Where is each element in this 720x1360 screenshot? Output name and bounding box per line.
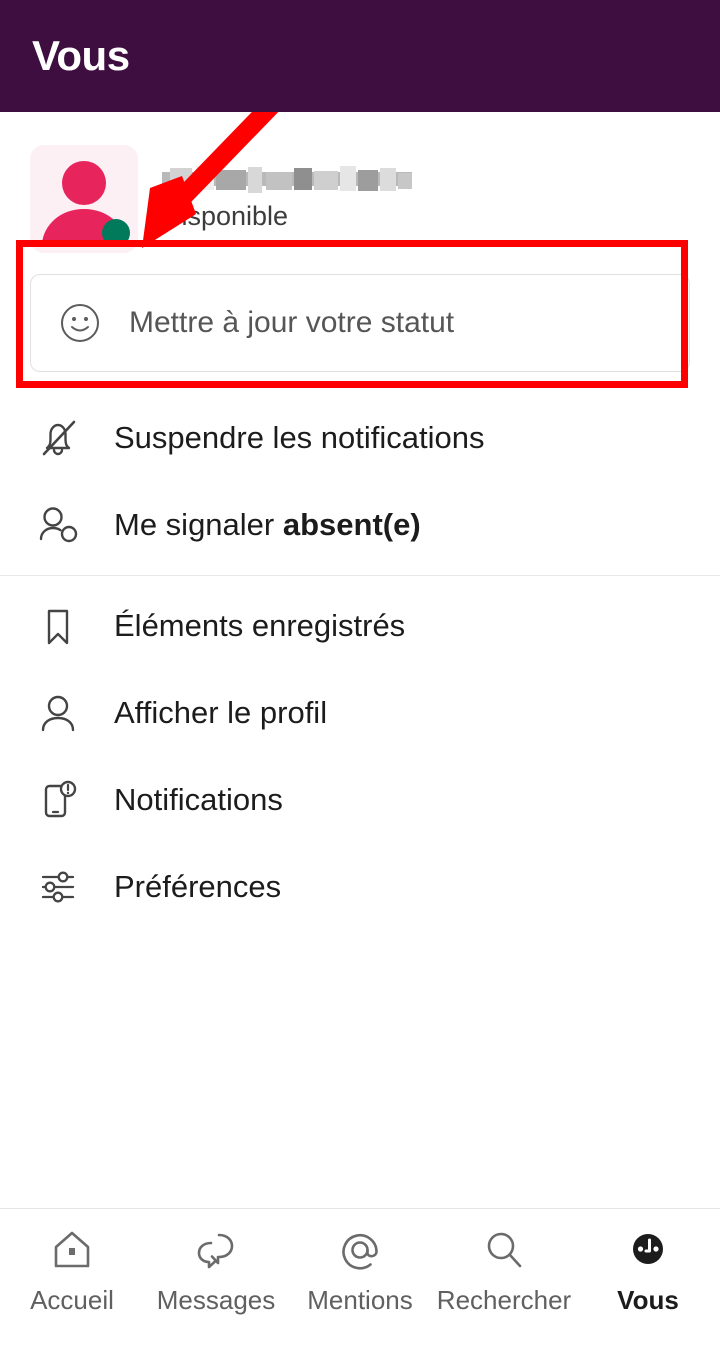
status-update-field[interactable]: Mettre à jour votre statut — [30, 274, 690, 372]
presence-indicator-available — [102, 219, 130, 247]
profile-status-text: Disponible — [162, 201, 289, 232]
menu-item-label: Notifications — [114, 781, 283, 817]
account-menu: Suspendre les notifications Me signaler … — [0, 394, 720, 930]
at-sign-icon — [335, 1225, 385, 1275]
sliders-icon — [32, 861, 84, 913]
nav-item-home[interactable]: Accueil — [0, 1225, 144, 1316]
bookmark-icon — [32, 600, 84, 652]
slack-you-screen: Vous Disponible Mettre à jour votre stat… — [0, 0, 720, 1360]
nav-item-search[interactable]: Rechercher — [432, 1225, 576, 1316]
main-content: Disponible Mettre à jour votre statut Su… — [0, 112, 720, 1208]
bell-muted-icon — [32, 412, 84, 464]
menu-item-label: Préférences — [114, 868, 282, 904]
menu-item-label: Suspendre les notifications — [114, 419, 485, 455]
menu-item-pause-notifications[interactable]: Suspendre les notifications — [0, 394, 720, 481]
profile-name-redacted — [162, 166, 412, 196]
bottom-navigation: Accueil Messages Mentions Rechercher Vou… — [0, 1208, 720, 1360]
nav-item-messages[interactable]: Messages — [144, 1225, 288, 1316]
nav-item-label: Rechercher — [436, 1285, 572, 1315]
avatar[interactable] — [30, 145, 138, 253]
smiley-face-icon — [59, 302, 101, 344]
person-icon — [32, 687, 84, 739]
person-away-icon — [32, 499, 84, 551]
menu-item-preferences[interactable]: Préférences — [0, 843, 720, 930]
menu-item-notifications[interactable]: Notifications — [0, 756, 720, 843]
status-placeholder-text: Mettre à jour votre statut — [129, 306, 455, 339]
page-title: Vous — [32, 32, 130, 79]
menu-item-label-emphasis: absent(e) — [282, 506, 421, 542]
menu-item-label: Afficher le profil — [114, 694, 328, 730]
chat-bubbles-icon — [191, 1225, 241, 1275]
magnifier-icon — [479, 1225, 529, 1275]
avatar-circle-icon — [623, 1225, 673, 1275]
nav-item-label: Accueil — [30, 1285, 114, 1315]
nav-item-you[interactable]: Vous — [576, 1225, 720, 1316]
menu-item-view-profile[interactable]: Afficher le profil — [0, 669, 720, 756]
profile-row[interactable]: Disponible — [0, 130, 720, 264]
profile-text: Disponible — [162, 166, 412, 232]
menu-item-saved-items[interactable]: Éléments enregistrés — [0, 582, 720, 669]
nav-item-label: Vous — [617, 1285, 679, 1315]
nav-item-label: Messages — [156, 1285, 276, 1315]
nav-item-mentions[interactable]: Mentions — [288, 1225, 432, 1316]
menu-item-set-away[interactable]: Me signaler absent(e) — [0, 481, 720, 568]
app-header: Vous — [0, 0, 720, 112]
menu-item-label: Éléments enregistrés — [114, 607, 406, 643]
menu-item-label: Me signaler absent(e) — [114, 507, 421, 543]
menu-divider — [0, 575, 720, 576]
home-icon — [47, 1225, 97, 1275]
nav-item-label: Mentions — [307, 1285, 413, 1315]
mobile-bell-icon — [32, 774, 84, 826]
menu-item-label-prefix: Me signaler — [114, 506, 283, 542]
